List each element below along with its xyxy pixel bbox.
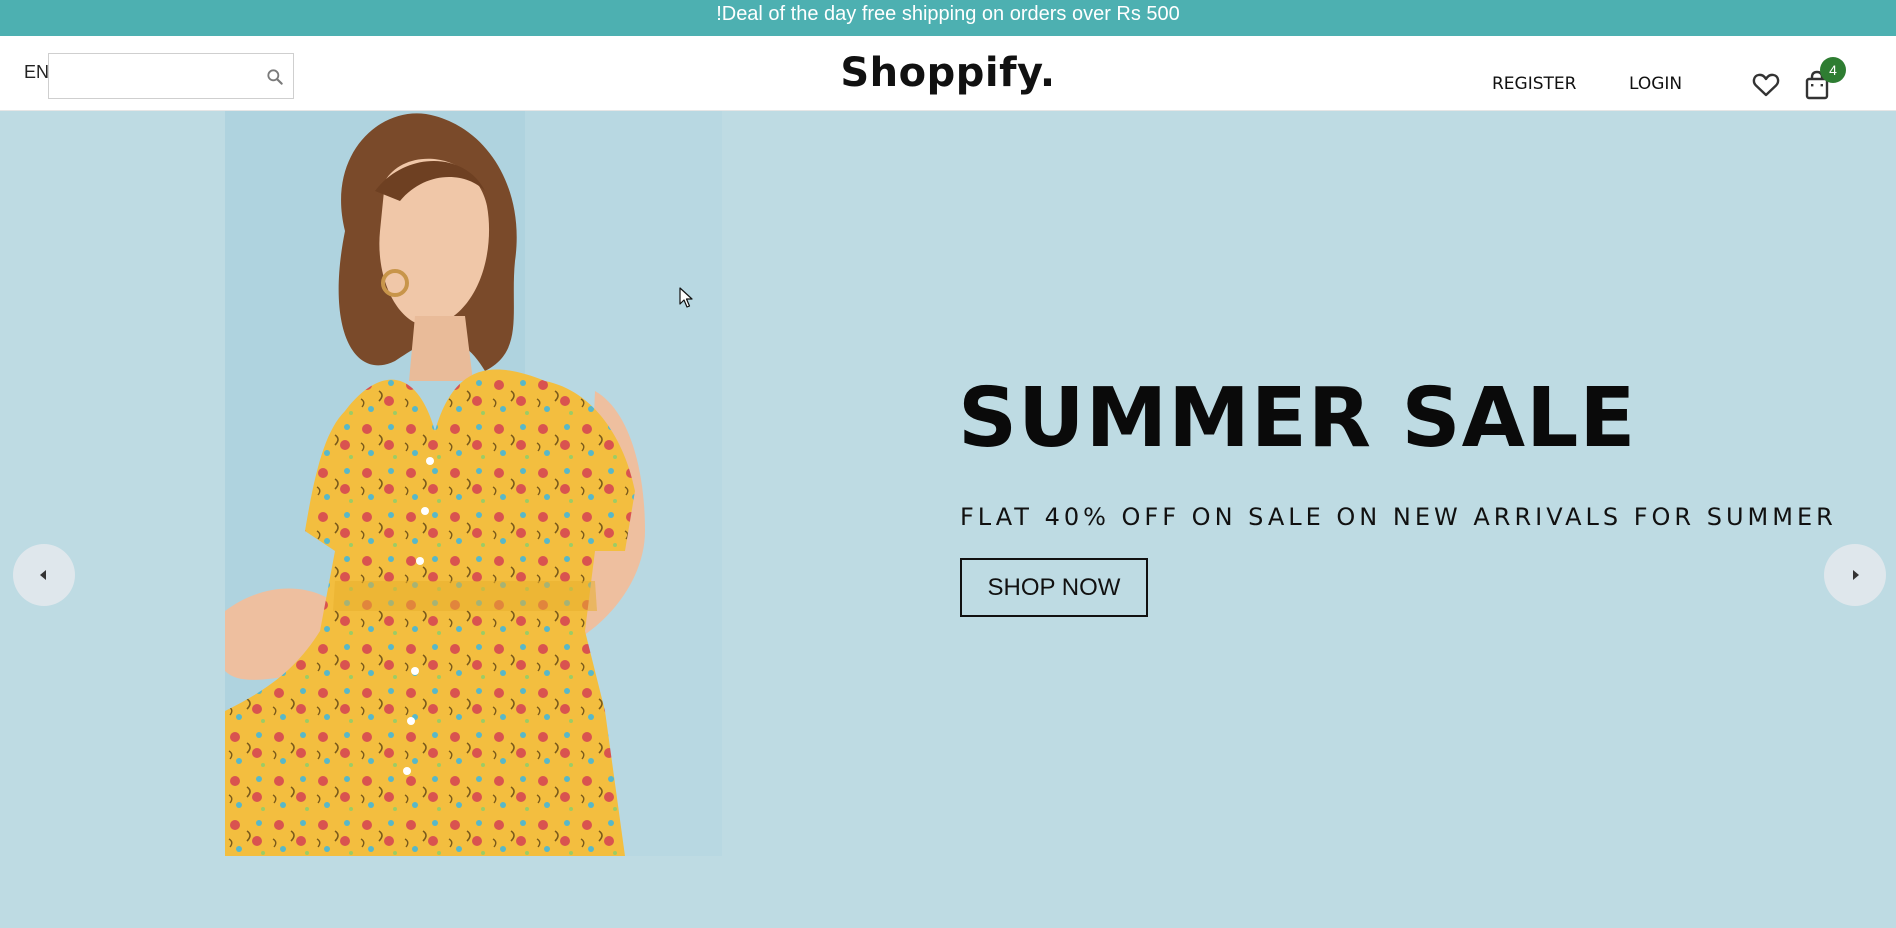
woman-in-yellow-floral-dress-image — [225, 111, 722, 856]
announcement-bar: !Deal of the day free shipping on orders… — [0, 0, 1896, 36]
register-link[interactable]: REGISTER — [1492, 74, 1576, 94]
shop-now-button[interactable]: SHOP NOW — [960, 558, 1148, 617]
announcement-text: !Deal of the day free shipping on orders… — [716, 3, 1180, 25]
search-box — [48, 53, 294, 99]
hero-title: SUMMER SALE — [958, 371, 1637, 466]
hero-subtitle: FLAT 40% OFF ON SALE ON NEW ARRIVALS FOR… — [960, 503, 1837, 531]
search-icon[interactable] — [265, 67, 285, 87]
slider-prev-button[interactable] — [13, 544, 75, 606]
brand-logo-text[interactable]: Shoppify. — [840, 50, 1055, 96]
search-input[interactable] — [49, 54, 259, 98]
mouse-cursor-icon — [679, 287, 693, 308]
language-selector[interactable]: EN — [24, 62, 49, 83]
slider-next-button[interactable] — [1824, 544, 1886, 606]
navbar: EN Shoppify. REGISTER LOGIN 4 — [0, 36, 1896, 111]
hero-slider: SUMMER SALE FLAT 40% OFF ON SALE ON NEW … — [0, 111, 1896, 928]
heart-icon[interactable] — [1752, 72, 1780, 98]
arrow-left-icon — [40, 570, 46, 580]
arrow-right-icon — [1853, 570, 1859, 580]
cart-count-badge: 4 — [1820, 57, 1846, 83]
hero-image — [225, 111, 722, 856]
login-link[interactable]: LOGIN — [1629, 74, 1682, 94]
